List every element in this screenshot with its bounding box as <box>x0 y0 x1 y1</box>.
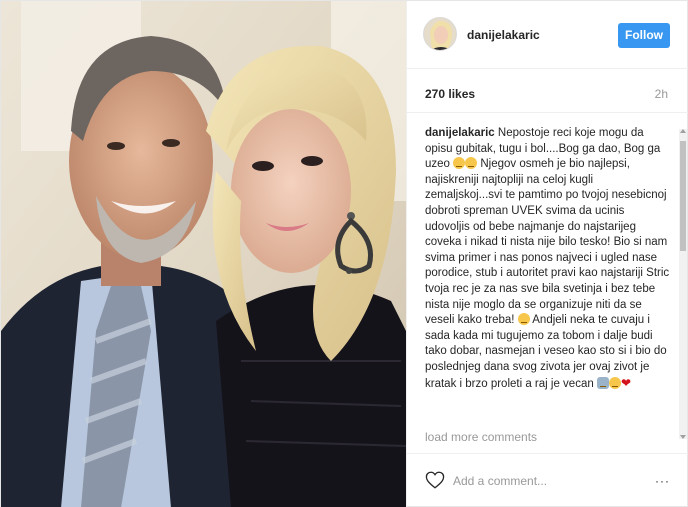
caption-author-link[interactable]: danijelakaric <box>425 127 495 139</box>
heart-outline-icon[interactable] <box>425 471 445 489</box>
post-photo[interactable] <box>1 1 406 507</box>
scroll-thumb[interactable] <box>680 141 686 251</box>
scroll-up-arrow-icon[interactable] <box>680 129 686 133</box>
instagram-post: danijelakaric Follow 270 likes 2h danije… <box>0 0 688 507</box>
disappointed-face-icon <box>517 313 530 326</box>
avatar[interactable] <box>423 17 457 51</box>
sad-face-icon <box>453 157 466 170</box>
post-details-panel: danijelakaric Follow 270 likes 2h danije… <box>406 1 688 507</box>
scroll-down-arrow-icon[interactable] <box>680 435 686 439</box>
username-link[interactable]: danijelakaric <box>467 28 540 42</box>
likes-count[interactable]: 270 likes <box>425 87 475 101</box>
person-icon <box>596 376 609 389</box>
post-meta: 270 likes 2h <box>407 69 688 113</box>
caption-text-2: Njegov osmeh je bio najlepsi, najiskreni… <box>425 158 670 327</box>
add-comment-input[interactable] <box>453 471 633 491</box>
avatar-image <box>424 18 456 50</box>
comments-scrollbar[interactable] <box>679 129 687 439</box>
disappointed-face-icon <box>465 157 478 170</box>
post-header: danijelakaric Follow <box>407 1 688 69</box>
sad-face-icon <box>608 376 621 389</box>
load-more-comments-link[interactable]: load more comments <box>425 430 537 444</box>
post-timestamp[interactable]: 2h <box>655 87 668 101</box>
post-caption: danijelakaric Nepostoje reci koje mogu d… <box>425 126 671 392</box>
follow-button[interactable]: Follow <box>618 23 670 48</box>
comment-bar: ··· <box>407 453 688 507</box>
more-options-icon[interactable]: ··· <box>655 474 670 488</box>
comments-section: danijelakaric Nepostoje reci koje mogu d… <box>407 113 688 453</box>
heart-icon: ❤ <box>620 375 632 390</box>
post-photo-image <box>1 1 406 507</box>
